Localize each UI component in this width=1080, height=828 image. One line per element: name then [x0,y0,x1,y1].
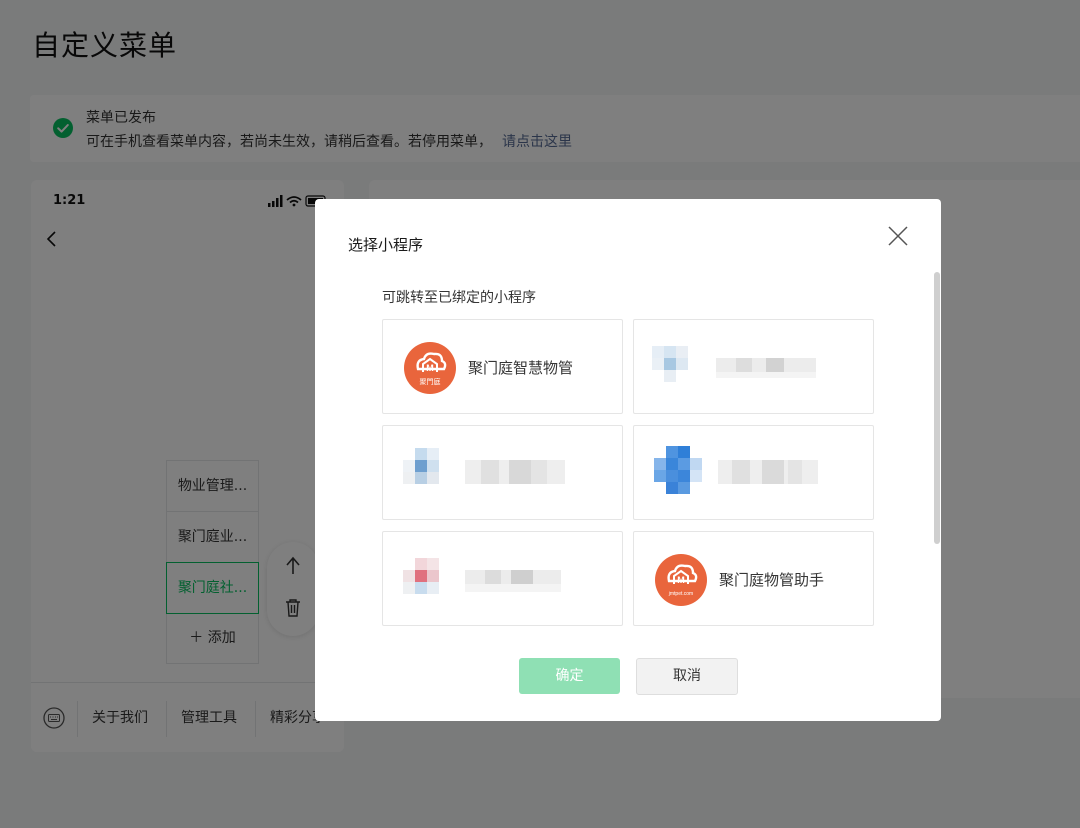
select-miniprogram-dialog: 选择小程序 可跳转至已绑定的小程序 M 聚門庭 聚门庭智慧物管 M jmtpet… [315,199,941,721]
cancel-button[interactable]: 取消 [636,658,738,695]
dialog-scrollbar[interactable] [934,272,940,544]
miniprogram-card[interactable]: M 聚門庭 聚门庭智慧物管 [382,319,623,414]
miniprogram-name: 聚门庭物管助手 [719,571,825,589]
miniprogram-card-blurred[interactable] [382,531,623,626]
svg-text:M: M [677,575,685,585]
dialog-subtitle: 可跳转至已绑定的小程序 [382,290,536,306]
miniprogram-card-blurred[interactable] [633,425,874,520]
miniprogram-name: 聚门庭智慧物管 [468,359,574,377]
confirm-button[interactable]: 确定 [519,658,620,694]
dialog-title: 选择小程序 [348,236,424,254]
svg-text:jmtpet.com: jmtpet.com [668,591,693,597]
miniprogram-card-blurred[interactable] [382,425,623,520]
miniprogram-logo: M 聚門庭 [404,342,456,394]
svg-text:聚門庭: 聚門庭 [420,377,441,386]
miniprogram-card-blurred[interactable] [633,319,874,414]
close-icon[interactable] [887,225,909,247]
svg-text:M: M [426,363,434,373]
miniprogram-logo: M jmtpet.com [655,554,707,606]
miniprogram-card[interactable]: M jmtpet.com 聚门庭物管助手 [633,531,874,626]
